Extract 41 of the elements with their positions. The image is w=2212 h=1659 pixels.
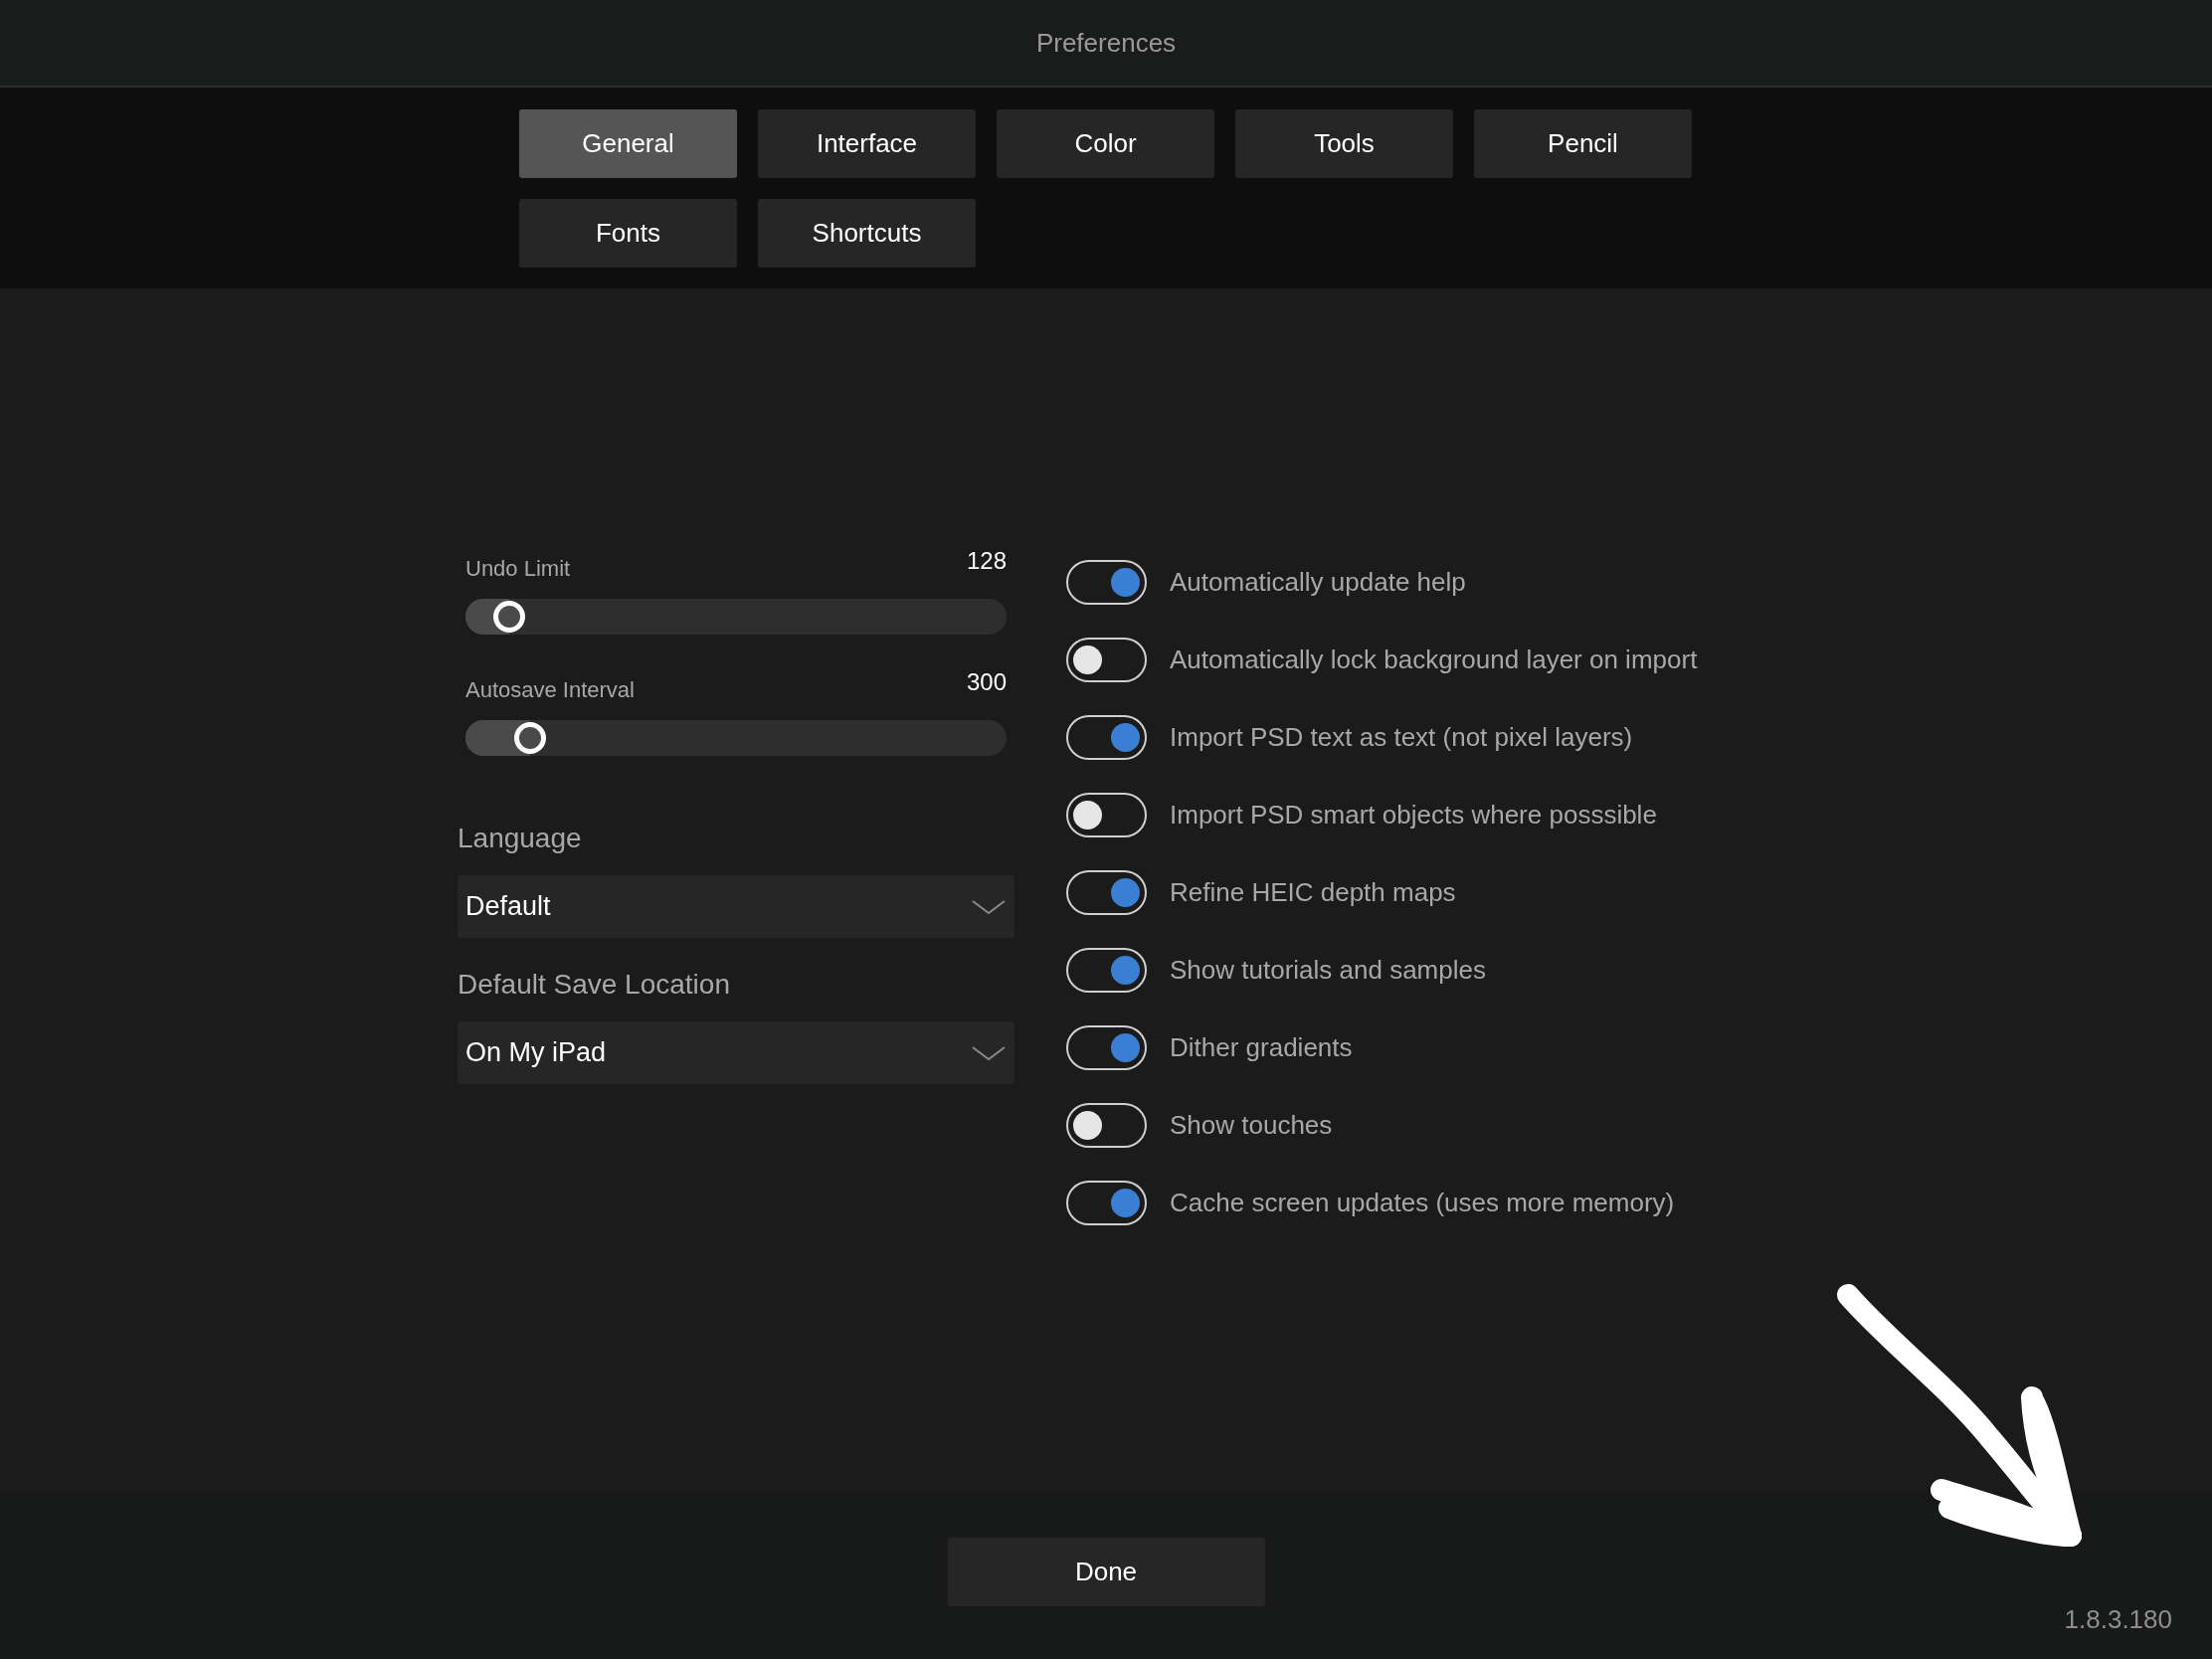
toggle-label: Dither gradients [1170, 1030, 1353, 1064]
toggle-label: Import PSD smart objects where posssible [1170, 798, 1657, 831]
toggle-label: Refine HEIC depth maps [1170, 875, 1456, 909]
tab[interactable]: Tools [1235, 109, 1453, 178]
slider-label: Autosave Interval [465, 676, 635, 704]
chevron-down-icon [971, 897, 1007, 916]
toggle-label: Show touches [1170, 1108, 1333, 1142]
toggle-label: Automatically update help [1170, 565, 1466, 599]
done-button[interactable]: Done [947, 1537, 1265, 1606]
tab[interactable]: Fonts [519, 199, 737, 268]
toggle-label: Automatically lock background layer on import [1170, 643, 1698, 676]
version-label: 1.8.3.180 [2064, 1603, 2172, 1636]
window-title: Preferences [1035, 26, 1177, 60]
toggle-label: Import PSD text as text (not pixel layers) [1170, 720, 1633, 754]
dropdown[interactable]: On My iPad [458, 1021, 1014, 1084]
slider-track[interactable] [465, 599, 1007, 635]
dropdown-label: Default Save Location [458, 968, 731, 1002]
tab[interactable]: Pencil [1474, 109, 1692, 178]
tab[interactable]: Color [997, 109, 1214, 178]
slider-thumb[interactable] [514, 722, 547, 754]
slider-track[interactable] [465, 720, 1007, 756]
slider-value: 128 [966, 546, 1007, 576]
chevron-down-icon [971, 1043, 1007, 1062]
toggle-switch[interactable] [1066, 714, 1147, 760]
toggle-switch[interactable] [1066, 559, 1147, 605]
toggle-switch[interactable] [1066, 869, 1147, 915]
toggle-switch[interactable] [1066, 792, 1147, 837]
toggle-switch[interactable] [1066, 1180, 1147, 1225]
slider-value: 300 [966, 667, 1007, 697]
tab[interactable]: General [519, 109, 737, 178]
tab[interactable]: Shortcuts [758, 199, 976, 268]
toggle-switch[interactable] [1066, 1102, 1147, 1148]
dropdown[interactable]: Default [458, 875, 1014, 938]
tab[interactable]: Interface [758, 109, 976, 178]
toggle-switch[interactable] [1066, 947, 1147, 993]
toggle-label: Cache screen updates (uses more memory) [1170, 1186, 1675, 1219]
toggle-label: Show tutorials and samples [1170, 953, 1486, 987]
toggle-switch[interactable] [1066, 1024, 1147, 1070]
slider-label: Undo Limit [465, 555, 571, 583]
toggle-switch[interactable] [1066, 637, 1147, 682]
dropdown-label: Language [458, 822, 583, 855]
